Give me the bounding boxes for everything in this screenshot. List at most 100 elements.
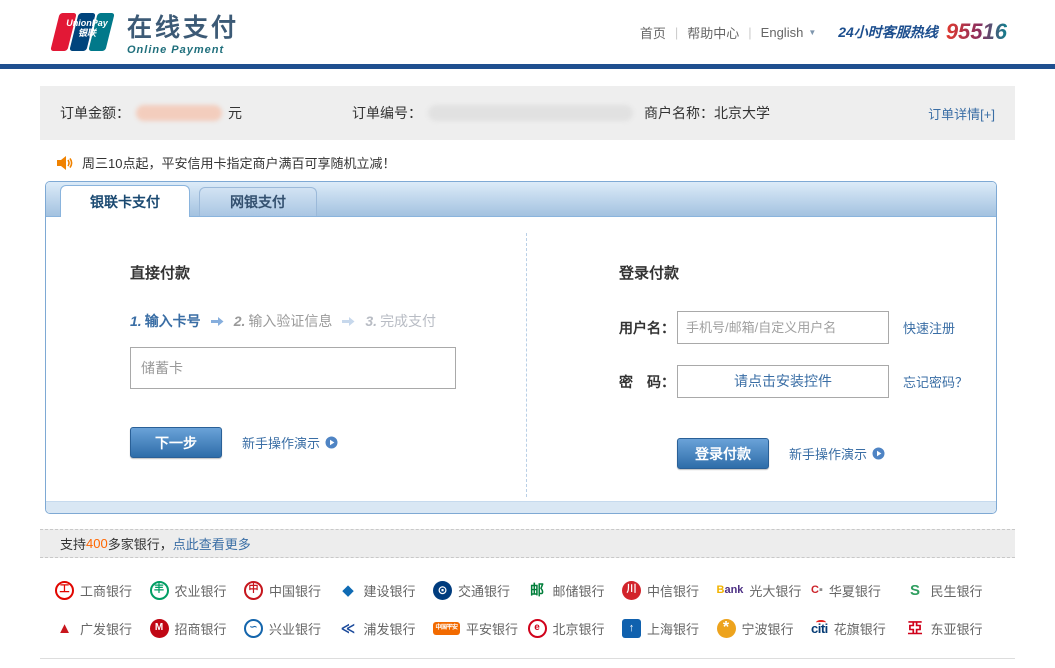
support-prefix: 支持 bbox=[60, 534, 86, 553]
bank-of-beijing-icon: e bbox=[528, 619, 547, 638]
bank-name: 交通银行 bbox=[458, 581, 510, 600]
nav-help-link[interactable]: 帮助中心 bbox=[687, 23, 739, 42]
next-step-button[interactable]: 下一步 bbox=[130, 427, 222, 458]
citic-bank-icon: 川 bbox=[622, 581, 641, 600]
hotline-number: 95516 bbox=[946, 19, 1007, 45]
order-amount-redacted bbox=[136, 105, 222, 121]
bank-name: 花旗银行 bbox=[834, 619, 886, 638]
bank-item: ≪浦发银行 bbox=[339, 614, 434, 642]
bank-name: 农业银行 bbox=[175, 581, 227, 600]
merchant-label: 商户名称： bbox=[644, 103, 714, 123]
demo-link-label: 新手操作演示 bbox=[789, 444, 867, 463]
step-arrow-icon bbox=[211, 316, 224, 327]
quick-register-link[interactable]: 快速注册 bbox=[903, 318, 955, 337]
bank-item: Bank光大银行 bbox=[717, 576, 812, 604]
merchant-name: 北京大学 bbox=[714, 103, 770, 123]
payment-tabs: 银联卡支付 网银支付 bbox=[46, 182, 996, 217]
cgb-bank-icon: ▲ bbox=[55, 619, 74, 638]
site-title: 在线支付 bbox=[127, 8, 239, 44]
bank-name: 华夏银行 bbox=[829, 581, 881, 600]
login-pay-button[interactable]: 登录付款 bbox=[677, 438, 769, 469]
step-enter-card: 1.输入卡号 bbox=[130, 311, 201, 331]
bank-of-shanghai-icon: ↑ bbox=[622, 619, 641, 638]
demo-link-label: 新手操作演示 bbox=[242, 433, 320, 452]
promo-notice-text: 周三10点起，平安信用卡指定商户满百可享随机立减！ bbox=[82, 153, 395, 172]
cib-bank-icon: ∽ bbox=[244, 619, 263, 638]
tab-online-banking[interactable]: 网银支付 bbox=[199, 187, 317, 216]
bank-item: 丰农业银行 bbox=[150, 576, 245, 604]
payment-panel: 银联卡支付 网银支付 直接付款 1.输入卡号 2.输入验证信息 3.完成支付 下… bbox=[45, 181, 997, 514]
nav-home-link[interactable]: 首页 bbox=[640, 23, 666, 42]
bank-name: 东亚银行 bbox=[931, 619, 983, 638]
username-label: 用户名： bbox=[619, 318, 677, 338]
login-pay-title: 登录付款 bbox=[619, 262, 976, 283]
bank-item: ↑ 上海银行 bbox=[622, 614, 717, 642]
step-arrow-icon bbox=[342, 316, 355, 327]
bocom-bank-icon: ⊙ bbox=[433, 581, 452, 600]
huaxia-bank-icon: C▪ bbox=[811, 581, 823, 600]
icbc-bank-icon: 工 bbox=[55, 581, 74, 600]
bank-name: 北京银行 bbox=[553, 619, 605, 638]
bank-name: 上海银行 bbox=[647, 619, 699, 638]
tab-unionpay-card[interactable]: 银联卡支付 bbox=[60, 185, 190, 217]
bank-item: ◆ 建设银行 bbox=[339, 576, 434, 604]
bank-item: S民生银行 bbox=[906, 576, 1001, 604]
bank-name: 民生银行 bbox=[931, 581, 983, 600]
bank-name: 建设银行 bbox=[364, 581, 416, 600]
header: UnionPay 银联 在线支付 Online Payment 首页 | 帮助中… bbox=[0, 0, 1055, 64]
login-pay-section: 登录付款 用户名： 快速注册 密 码： 忘记密码？ 登录付款 新手操作演示 bbox=[527, 217, 996, 501]
view-more-banks-link[interactable]: 点此查看更多 bbox=[173, 534, 251, 553]
hotline-label: 24小时客服热线 bbox=[838, 22, 938, 42]
language-label: English bbox=[761, 25, 804, 40]
everbright-bank-icon: Bank bbox=[717, 581, 744, 600]
direct-demo-link[interactable]: 新手操作演示 bbox=[242, 433, 338, 452]
password-input[interactable] bbox=[677, 365, 889, 398]
order-amount-label: 订单金额： bbox=[60, 103, 130, 123]
bank-item: M招商银行 bbox=[150, 614, 245, 642]
nav-separator: | bbox=[675, 25, 678, 40]
password-label: 密 码： bbox=[619, 372, 677, 392]
bank-name: 邮储银行 bbox=[553, 581, 605, 600]
bank-item: C▪ 华夏银行 bbox=[811, 576, 906, 604]
bank-item: ⊙ 交通银行 bbox=[433, 576, 528, 604]
forgot-password-link[interactable]: 忘记密码？ bbox=[903, 372, 968, 391]
bank-item: 邮邮储银行 bbox=[528, 576, 623, 604]
bank-item: ∽兴业银行 bbox=[244, 614, 339, 642]
bank-name: 招商银行 bbox=[175, 619, 227, 638]
bank-item: 中国平安平安银行 bbox=[433, 614, 528, 642]
bank-name: 广发银行 bbox=[80, 619, 132, 638]
citi-bank-icon: citi bbox=[811, 619, 828, 638]
header-nav: 首页 | 帮助中心 | English ▼ 24小时客服热线 95516 bbox=[640, 19, 1007, 45]
abc-bank-icon: 丰 bbox=[150, 581, 169, 600]
bank-grid: 工工商银行丰农业银行中中国银行◆建设银行⊙交通银行邮邮储银行川中信银行Bank光… bbox=[40, 576, 1015, 642]
username-input[interactable] bbox=[677, 311, 889, 344]
bank-name: 中信银行 bbox=[647, 581, 699, 600]
unionpay-logo: UnionPay 银联 在线支付 Online Payment bbox=[55, 8, 239, 56]
step-verify-info: 2.输入验证信息 bbox=[234, 311, 333, 331]
login-demo-link[interactable]: 新手操作演示 bbox=[789, 444, 885, 463]
site-subtitle: Online Payment bbox=[127, 44, 239, 56]
logo-wordmark-cn: 银联 bbox=[57, 29, 117, 39]
order-summary-bar: 订单金额： 元 订单编号： 商户名称： 北京大学 订单详情[+] bbox=[40, 86, 1015, 140]
order-number-label: 订单编号： bbox=[352, 103, 422, 123]
order-details-link[interactable]: 订单详情[+] bbox=[928, 104, 995, 123]
nav-separator: | bbox=[748, 25, 751, 40]
page-bottom-divider bbox=[40, 658, 1015, 666]
bank-item: *宁波银行 bbox=[717, 614, 812, 642]
play-icon bbox=[872, 447, 885, 460]
bea-bank-icon: 亞 bbox=[906, 619, 925, 638]
direct-pay-title: 直接付款 bbox=[130, 262, 497, 283]
ccb-bank-icon: ◆ bbox=[339, 581, 358, 600]
spdb-bank-icon: ≪ bbox=[339, 619, 358, 638]
direct-pay-section: 直接付款 1.输入卡号 2.输入验证信息 3.完成支付 下一步 新手操作演示 bbox=[46, 217, 527, 501]
bank-item: 亞东亚银行 bbox=[906, 614, 1001, 642]
bank-name: 中国银行 bbox=[269, 581, 321, 600]
psbc-bank-icon: 邮 bbox=[528, 581, 547, 600]
step-complete-payment: 3.完成支付 bbox=[365, 311, 436, 331]
support-suffix: 多家银行， bbox=[108, 534, 173, 553]
language-dropdown[interactable]: English ▼ bbox=[761, 25, 817, 40]
bank-count: 400 bbox=[86, 536, 108, 551]
card-number-input[interactable] bbox=[130, 347, 456, 389]
bank-item: 川中信银行 bbox=[622, 576, 717, 604]
logo-wordmark: UnionPay 银联 bbox=[57, 19, 117, 39]
